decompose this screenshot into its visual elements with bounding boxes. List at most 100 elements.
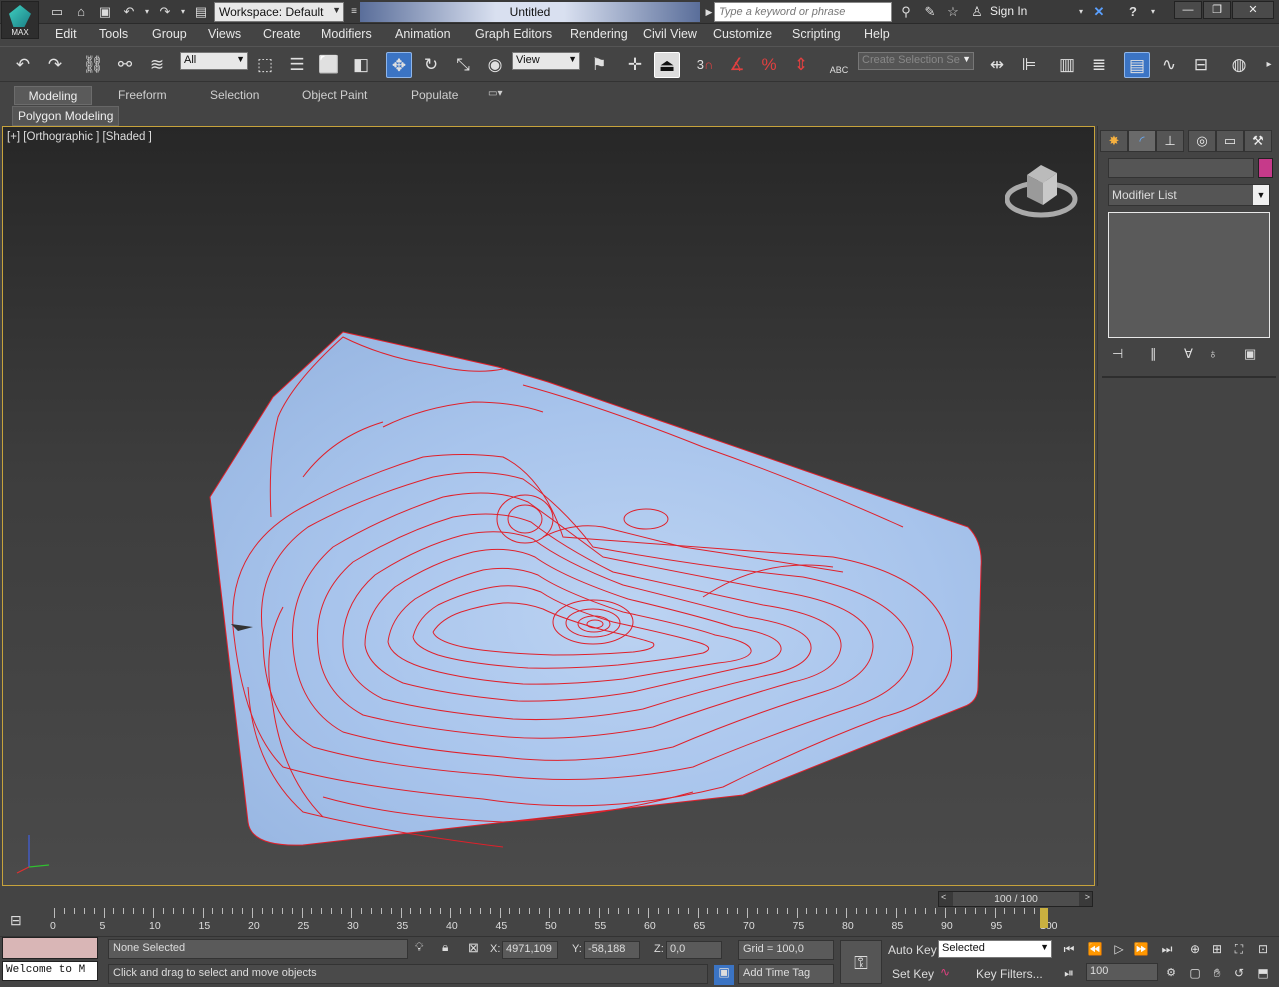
pivot-center-icon[interactable]: ⚑ bbox=[586, 52, 612, 78]
polygon-modeling-panel[interactable]: Polygon Modeling bbox=[12, 106, 120, 126]
time-slider[interactable]: < 100 / 100 > bbox=[938, 891, 1093, 907]
menu-help[interactable]: Help bbox=[864, 27, 890, 41]
undo-dropdown-icon[interactable]: ▾ bbox=[138, 3, 156, 21]
edit-named-selection-icon[interactable]: ABC bbox=[826, 52, 852, 78]
redo-icon[interactable]: ↷ bbox=[156, 3, 174, 21]
menu-customize[interactable]: Customize bbox=[713, 27, 772, 41]
default-tangent-icon[interactable]: ∿ bbox=[940, 965, 950, 979]
x-coordinate-field[interactable]: 4971,109 bbox=[502, 941, 558, 959]
favorites-star-icon[interactable]: ☆ bbox=[944, 3, 962, 21]
undo-icon[interactable]: ↶ bbox=[10, 52, 36, 78]
window-crossing-icon[interactable]: ◧ bbox=[348, 52, 374, 78]
play-icon[interactable]: ▷ bbox=[1108, 939, 1130, 959]
go-to-end-icon[interactable]: ⏭ bbox=[1156, 939, 1178, 959]
curve-editor-icon[interactable]: ∿ bbox=[1156, 52, 1182, 78]
snaps-toggle-icon[interactable]: 3∩ bbox=[692, 52, 718, 78]
select-object-icon[interactable]: ⬚ bbox=[252, 52, 278, 78]
configure-sets-icon[interactable]: ▣ bbox=[1244, 346, 1256, 362]
help-icon[interactable]: ? bbox=[1124, 3, 1142, 21]
save-file-icon[interactable]: ▣ bbox=[96, 3, 114, 21]
go-to-start-icon[interactable]: ⏮ bbox=[1058, 939, 1080, 959]
show-end-result-icon[interactable]: ∥ bbox=[1150, 346, 1157, 362]
selection-filter-dropdown[interactable]: All ▼ bbox=[180, 52, 248, 70]
bind-space-warp-icon[interactable]: ≋ bbox=[144, 52, 170, 78]
scene-explorer-icon[interactable]: ▥ bbox=[1054, 52, 1080, 78]
field-of-view-icon[interactable]: ▢ bbox=[1184, 963, 1206, 983]
named-selection-dropdown[interactable]: Create Selection Se ▼ bbox=[858, 52, 974, 70]
zoom-all-icon[interactable]: ⊞ bbox=[1206, 939, 1228, 959]
tab-object-paint[interactable]: Object Paint bbox=[302, 86, 367, 105]
remove-modifier-icon[interactable]: ♁ bbox=[1208, 346, 1218, 361]
unlink-icon[interactable]: ⚯ bbox=[112, 52, 138, 78]
selection-lock-icon[interactable]: 🔒︎ bbox=[442, 940, 448, 955]
angle-snap-icon[interactable]: ∡ bbox=[724, 52, 750, 78]
frame-ruler[interactable]: 0 5 10 15 20 25 30 35 40 45 50 55 60 65 70 75 80 85 90 95 10… bbox=[50, 908, 1058, 932]
menu-scripting[interactable]: Scripting bbox=[792, 27, 841, 41]
schematic-view-icon[interactable]: ⊟ bbox=[1188, 52, 1214, 78]
undo-icon[interactable]: ↶ bbox=[120, 3, 138, 21]
y-coordinate-field[interactable]: -58,188 bbox=[584, 941, 640, 959]
reference-coordinate-dropdown[interactable]: View ▼ bbox=[512, 52, 580, 70]
exchange-apps-icon[interactable]: ✕ bbox=[1090, 3, 1108, 21]
previous-frame-icon[interactable]: ⏪ bbox=[1084, 939, 1106, 959]
percent-snap-icon[interactable]: % bbox=[756, 52, 782, 78]
select-by-name-icon[interactable]: ☰ bbox=[284, 52, 310, 78]
pin-stack-icon[interactable]: ⊣ bbox=[1112, 346, 1123, 362]
select-and-move-icon[interactable]: ✥ bbox=[386, 52, 412, 78]
key-mode-dropdown[interactable]: Selected ▼ bbox=[938, 940, 1052, 958]
next-frame-icon[interactable]: ⏩ bbox=[1130, 939, 1152, 959]
set-keys-key-icon[interactable]: ⚿ bbox=[840, 940, 882, 984]
create-tab-icon[interactable]: ✸ bbox=[1100, 130, 1128, 152]
select-and-rotate-icon[interactable]: ↻ bbox=[418, 52, 444, 78]
prev-frame-icon[interactable]: < bbox=[941, 892, 946, 902]
modify-tab-icon[interactable]: ◜ bbox=[1128, 130, 1156, 152]
make-unique-icon[interactable]: ∀ bbox=[1184, 346, 1193, 362]
redo-icon[interactable]: ↷ bbox=[42, 52, 68, 78]
hierarchy-tab-icon[interactable]: ⊥ bbox=[1156, 130, 1184, 152]
spinner-snap-icon[interactable]: ⇕ bbox=[788, 52, 814, 78]
link-icon[interactable]: ⛓ bbox=[80, 52, 106, 78]
mirror-icon[interactable]: ⇹ bbox=[984, 52, 1010, 78]
set-key-button[interactable]: Set Key bbox=[892, 967, 934, 981]
minimize-button[interactable]: — bbox=[1174, 1, 1202, 19]
absolute-relative-icon[interactable]: ⊠ bbox=[468, 940, 479, 956]
toolbar-overflow-icon[interactable]: ▸ bbox=[1256, 52, 1279, 78]
rectangular-selection-icon[interactable]: ⬜ bbox=[316, 52, 342, 78]
motion-tab-icon[interactable]: ◎ bbox=[1188, 130, 1216, 152]
menu-graph-editors[interactable]: Graph Editors bbox=[475, 27, 552, 41]
new-file-icon[interactable]: ▭ bbox=[48, 3, 66, 21]
user-icon[interactable]: ♙ bbox=[968, 3, 986, 21]
menu-create[interactable]: Create bbox=[263, 27, 301, 41]
viewcube[interactable] bbox=[1004, 157, 1079, 221]
tab-populate[interactable]: Populate bbox=[411, 86, 458, 105]
binoculars-icon[interactable]: ⚲ bbox=[897, 3, 915, 21]
zoom-extents-icon[interactable]: ⛶ bbox=[1228, 939, 1250, 959]
select-and-place-icon[interactable]: ◉ bbox=[482, 52, 508, 78]
sign-in-button[interactable]: Sign In bbox=[990, 4, 1027, 18]
ribbon-options-icon[interactable]: ▭▾ bbox=[488, 86, 502, 105]
pan-view-icon[interactable]: ✋︎ bbox=[1206, 963, 1228, 983]
orbit-icon[interactable]: ↺ bbox=[1228, 963, 1250, 983]
time-configuration-icon[interactable]: ⚙ bbox=[1160, 963, 1182, 983]
menu-edit[interactable]: Edit bbox=[55, 27, 77, 41]
menu-views[interactable]: Views bbox=[208, 27, 241, 41]
select-and-scale-icon[interactable]: ⤡ bbox=[450, 52, 476, 78]
menu-animation[interactable]: Animation bbox=[395, 27, 451, 41]
next-frame-icon[interactable]: > bbox=[1085, 892, 1090, 902]
menu-civil-view[interactable]: Civil View bbox=[643, 27, 697, 41]
close-button[interactable]: ✕ bbox=[1232, 1, 1274, 19]
auto-key-button[interactable]: Auto Key bbox=[888, 943, 937, 957]
maximize-viewport-icon[interactable]: ⬒ bbox=[1252, 963, 1274, 983]
app-menu-button[interactable]: MAX bbox=[1, 1, 39, 39]
modifier-list-dropdown[interactable]: Modifier List ▼ bbox=[1108, 184, 1270, 206]
workspace-dropdown[interactable]: Workspace: Default ▼ bbox=[214, 2, 344, 22]
menu-tools[interactable]: Tools bbox=[99, 27, 128, 41]
display-tab-icon[interactable]: ▭ bbox=[1216, 130, 1244, 152]
ribbon-toggle-icon[interactable]: ▤ bbox=[1124, 52, 1150, 78]
layer-explorer-icon[interactable]: ≣ bbox=[1086, 52, 1112, 78]
tab-selection[interactable]: Selection bbox=[210, 86, 259, 105]
redo-dropdown-icon[interactable]: ▾ bbox=[174, 3, 192, 21]
menu-rendering[interactable]: Rendering bbox=[570, 27, 628, 41]
z-coordinate-field[interactable]: 0,0 bbox=[666, 941, 722, 959]
align-icon[interactable]: ⊫ bbox=[1016, 52, 1042, 78]
